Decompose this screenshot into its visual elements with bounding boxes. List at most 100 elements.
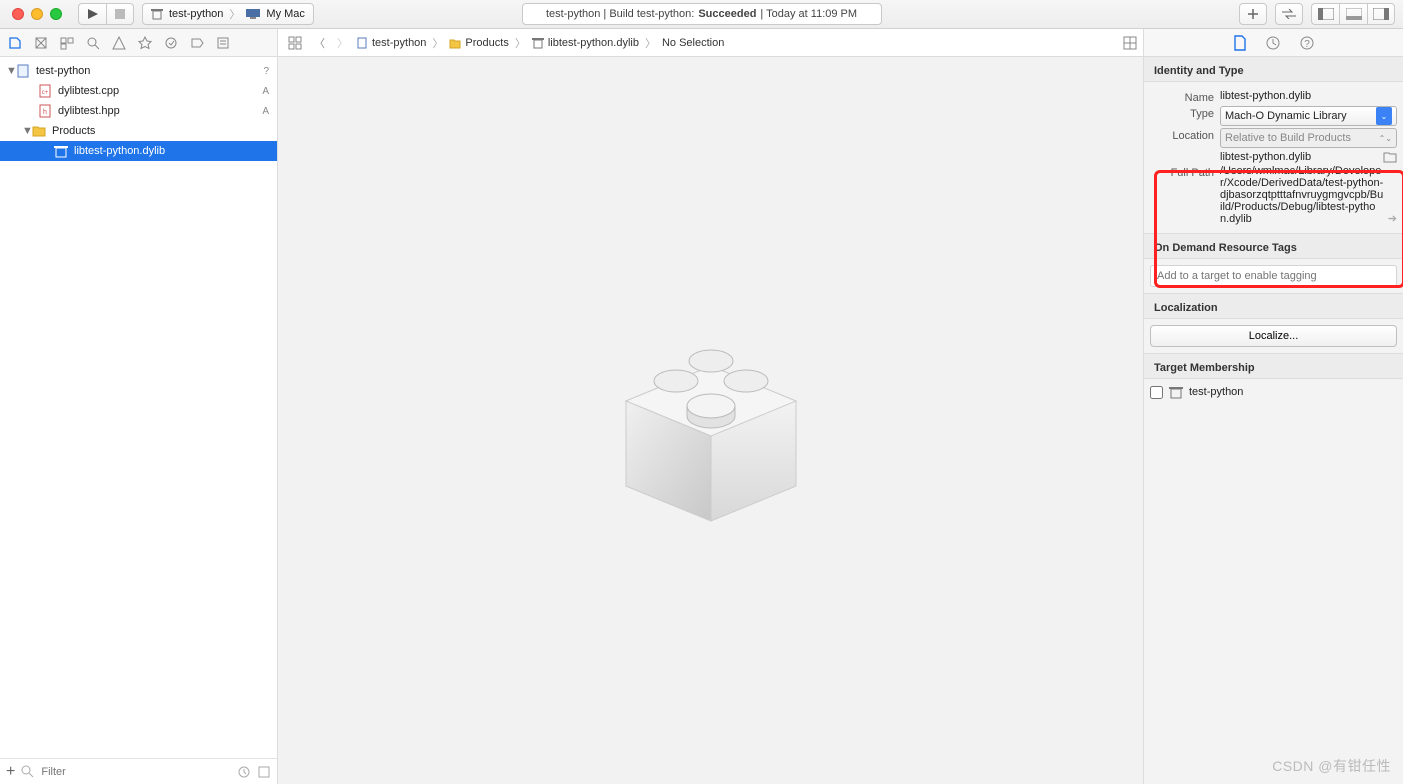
- file-inspector-tab-icon[interactable]: [1233, 35, 1247, 51]
- scheme-destination: My Mac: [266, 8, 305, 20]
- file-inspector: Identity and Type Name libtest-python.dy…: [1143, 57, 1403, 784]
- activity-viewer[interactable]: test-python | Build test-python: Succeed…: [522, 3, 882, 25]
- chevron-right-icon: 〉: [432, 35, 443, 51]
- related-items-icon[interactable]: [284, 36, 306, 50]
- toggle-navigator-button[interactable]: [1311, 3, 1339, 25]
- inspector-tab-bar: ?: [1143, 29, 1403, 56]
- building-icon: [54, 144, 70, 158]
- source-control-navigator-icon[interactable]: [34, 36, 52, 50]
- folder-icon: [449, 37, 461, 49]
- monitor-icon: [246, 9, 260, 19]
- svg-text:c+: c+: [42, 90, 49, 96]
- project-navigator-icon[interactable]: [8, 36, 26, 50]
- target-checkbox[interactable]: [1150, 386, 1163, 399]
- adjust-editor-icon[interactable]: [1123, 36, 1137, 50]
- scm-filter-icon[interactable]: [257, 765, 271, 779]
- filter-input[interactable]: [41, 766, 231, 778]
- breakpoint-navigator-icon[interactable]: [190, 36, 208, 50]
- type-select-value: Mach-O Dynamic Library: [1225, 110, 1347, 122]
- find-navigator-icon[interactable]: [86, 36, 104, 50]
- annotation-callout: [1154, 170, 1403, 288]
- target-name: test-python: [1189, 386, 1243, 398]
- arrows-swap-icon: [1282, 9, 1296, 19]
- tree-product-row[interactable]: libtest-python.dylib: [0, 141, 277, 161]
- tree-folder-row[interactable]: ▼ Products: [0, 121, 277, 141]
- breadcrumb-item[interactable]: libtest-python.dylib: [548, 37, 639, 49]
- panel-left-icon: [1318, 8, 1334, 20]
- go-back-button[interactable]: 〈: [310, 35, 329, 51]
- panel-bottom-icon: [1346, 8, 1362, 20]
- tree-item-label: dylibtest.hpp: [58, 105, 120, 117]
- zoom-window-icon[interactable]: [50, 8, 62, 20]
- activity-status: Succeeded: [698, 8, 756, 20]
- add-button[interactable]: +: [6, 763, 15, 781]
- type-select[interactable]: Mach-O Dynamic Library ⌄: [1220, 106, 1397, 126]
- library-button[interactable]: [1239, 3, 1267, 25]
- close-window-icon[interactable]: [12, 8, 24, 20]
- location-file: libtest-python.dylib: [1220, 151, 1383, 163]
- bundle-lego-icon: [596, 306, 826, 536]
- navigator-filter-bar: +: [0, 758, 277, 784]
- symbol-navigator-icon[interactable]: [60, 36, 78, 50]
- chevron-right-icon: 〉: [515, 35, 526, 51]
- location-label: Location: [1150, 128, 1220, 142]
- building-icon: [151, 8, 163, 20]
- name-label: Name: [1150, 90, 1220, 104]
- location-select-value: Relative to Build Products: [1225, 132, 1351, 144]
- chevron-right-icon: 〉: [645, 35, 656, 51]
- cpp-file-icon: c+: [38, 84, 54, 98]
- project-icon: [16, 64, 32, 78]
- folder-picker-icon[interactable]: [1383, 151, 1397, 163]
- location-select[interactable]: Relative to Build Products ⌃⌄: [1220, 128, 1397, 148]
- toggle-inspector-button[interactable]: [1367, 3, 1395, 25]
- breadcrumb[interactable]: test-python 〉 Products 〉 libtest-python.…: [356, 35, 724, 51]
- editor-path-bar: 〈 〉 test-python 〉 Products 〉 libtest-pyt…: [278, 29, 1143, 56]
- window-traffic-lights: [12, 8, 62, 20]
- chevron-updown-icon: ⌃⌄: [1379, 134, 1392, 143]
- filter-icon[interactable]: [21, 765, 35, 779]
- disclosure-triangle-icon[interactable]: ▼: [6, 65, 16, 77]
- navigator-selector-bar: [0, 29, 278, 56]
- editor-area: [278, 57, 1143, 784]
- tree-item-label: Products: [52, 125, 95, 137]
- activity-suffix: | Today at 11:09 PM: [760, 8, 857, 20]
- disclosure-triangle-icon[interactable]: ▼: [22, 125, 32, 137]
- chevron-right-icon: 〉: [229, 6, 240, 22]
- watermark-text: CSDN @有钳任性: [1272, 756, 1391, 776]
- tree-item-label: dylibtest.cpp: [58, 85, 119, 97]
- stop-button[interactable]: [106, 3, 134, 25]
- tree-file-row[interactable]: c+ dylibtest.cpp A: [0, 81, 277, 101]
- code-review-button[interactable]: [1275, 3, 1303, 25]
- scm-status-badge: A: [262, 86, 269, 97]
- tab-row: 〈 〉 test-python 〉 Products 〉 libtest-pyt…: [0, 29, 1403, 57]
- toggle-debug-button[interactable]: [1339, 3, 1367, 25]
- minimize-window-icon[interactable]: [31, 8, 43, 20]
- breadcrumb-item[interactable]: Products: [465, 37, 508, 49]
- breadcrumb-item[interactable]: No Selection: [662, 37, 724, 49]
- file-icon: [356, 37, 368, 49]
- localize-button[interactable]: Localize...: [1150, 325, 1397, 347]
- report-navigator-icon[interactable]: [216, 36, 234, 50]
- history-inspector-tab-icon[interactable]: [1265, 35, 1281, 51]
- go-forward-button[interactable]: 〉: [333, 35, 352, 51]
- issue-navigator-icon[interactable]: [112, 36, 130, 50]
- scheme-project: test-python: [169, 8, 223, 20]
- plus-icon: [1247, 8, 1259, 20]
- file-tree[interactable]: ▼ test-python ? c+ dylibtest.cpp A h dyl…: [0, 57, 277, 758]
- scheme-selector[interactable]: test-python 〉 My Mac: [142, 3, 314, 25]
- tree-project-row[interactable]: ▼ test-python ?: [0, 61, 277, 81]
- activity-prefix: test-python | Build test-python:: [546, 8, 694, 20]
- hpp-file-icon: h: [38, 104, 54, 118]
- svg-text:h: h: [43, 109, 47, 116]
- run-button[interactable]: [78, 3, 106, 25]
- window-toolbar: test-python 〉 My Mac test-python | Build…: [0, 0, 1403, 29]
- identity-section-header: Identity and Type: [1144, 57, 1403, 82]
- breadcrumb-item[interactable]: test-python: [372, 37, 426, 49]
- recent-filter-icon[interactable]: [237, 765, 251, 779]
- tree-file-row[interactable]: h dylibtest.hpp A: [0, 101, 277, 121]
- help-inspector-tab-icon[interactable]: ?: [1299, 35, 1315, 51]
- debug-navigator-icon[interactable]: [164, 36, 182, 50]
- chevron-updown-icon: ⌄: [1376, 107, 1392, 125]
- scm-status-badge: ?: [263, 66, 269, 77]
- test-navigator-icon[interactable]: [138, 36, 156, 50]
